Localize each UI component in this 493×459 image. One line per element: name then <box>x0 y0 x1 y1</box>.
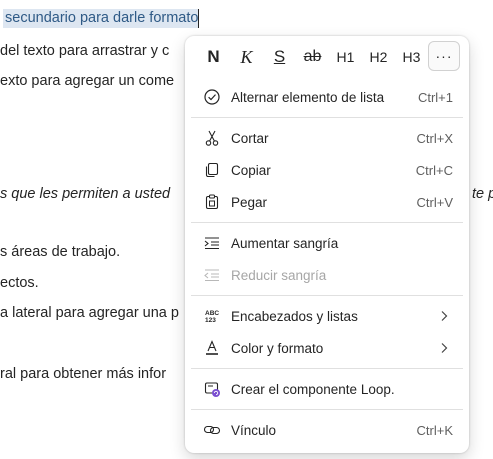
abc-123-icon: ABC 123 <box>193 307 231 325</box>
menu-item-link[interactable]: Vínculo Ctrl+K <box>191 415 463 445</box>
shortcut-text: Ctrl+X <box>416 130 453 146</box>
shortcut-text: Ctrl+C <box>415 162 453 178</box>
doc-line[interactable]: s áreas de trabajo. <box>0 244 120 260</box>
scissors-icon <box>193 129 231 147</box>
format-toolbar: N K S ab H1 H2 H3 <box>185 36 469 78</box>
menu-item-label: Aumentar sangría <box>231 235 339 251</box>
doc-line[interactable]: exto para agregar un come <box>0 73 174 89</box>
menu-item-label: Reducir sangría <box>231 267 327 283</box>
menu-item-label: Color y formato <box>231 340 324 356</box>
doc-line[interactable]: ral para obtener más infor <box>0 366 166 382</box>
menu-item-label: Crear el componente Loop. <box>231 381 395 397</box>
doc-line[interactable]: del texto para arrastrar y c <box>0 43 169 59</box>
heading2-button[interactable]: H2 <box>362 41 395 73</box>
svg-text:ABC: ABC <box>205 310 219 317</box>
selected-text[interactable]: secundario para darle formato <box>3 9 200 28</box>
doc-line-selected[interactable]: secundario para darle formato <box>3 9 200 28</box>
menu-item-label: Vínculo <box>231 422 277 438</box>
menu-item-cut[interactable]: Cortar Ctrl+X <box>191 123 463 153</box>
menu-item-label: Encabezados y listas <box>231 308 358 324</box>
copy-icon <box>193 161 231 179</box>
italic-button[interactable]: K <box>230 41 263 73</box>
menu-item-color-format[interactable]: Color y formato <box>191 333 463 363</box>
link-icon <box>193 421 231 439</box>
doc-line[interactable]: ectos. <box>0 275 39 291</box>
shortcut-text: Ctrl+V <box>416 194 453 210</box>
menu-item-label: Cortar <box>231 130 269 146</box>
more-options-button[interactable]: ··· <box>428 41 460 71</box>
shortcut-text: Ctrl+K <box>416 422 453 438</box>
menu-divider <box>191 117 463 118</box>
menu-item-label: Alternar elemento de lista <box>231 89 385 105</box>
chevron-right-icon <box>439 342 449 354</box>
doc-line-trailing[interactable]: te p <box>472 186 493 202</box>
doc-line[interactable]: a lateral para agregar una p <box>0 305 179 321</box>
menu-item-label: Pegar <box>231 194 268 210</box>
menu-item-copy[interactable]: Copiar Ctrl+C <box>191 155 463 185</box>
doc-line[interactable]: s que les permiten a usted <box>0 186 170 202</box>
menu-item-loop-component[interactable]: Crear el componente Loop. <box>191 374 463 404</box>
menu-divider <box>191 295 463 296</box>
strikethrough-button[interactable]: ab <box>296 41 329 73</box>
underline-button[interactable]: S <box>263 41 296 73</box>
menu-divider <box>191 409 463 410</box>
menu-item-headings-lists[interactable]: ABC 123 Encabezados y listas <box>191 301 463 331</box>
heading1-button[interactable]: H1 <box>329 41 362 73</box>
svg-text:123: 123 <box>205 317 216 324</box>
menu-item-decrease-indent[interactable]: Reducir sangría <box>191 260 463 290</box>
menu-item-increase-indent[interactable]: Aumentar sangría <box>191 228 463 258</box>
context-menu: N K S ab H1 H2 H3 ··· Alternar elemento … <box>185 36 469 453</box>
menu-item-paste[interactable]: Pegar Ctrl+V <box>191 187 463 217</box>
chevron-right-icon <box>439 310 449 322</box>
clipboard-icon <box>193 193 231 211</box>
shortcut-text: Ctrl+1 <box>417 89 453 105</box>
bold-button[interactable]: N <box>197 41 230 73</box>
check-circle-icon <box>193 88 231 106</box>
loop-component-icon <box>193 380 231 398</box>
menu-divider <box>191 222 463 223</box>
heading3-button[interactable]: H3 <box>395 41 428 73</box>
menu-item-label: Copiar <box>231 162 271 178</box>
menu-item-toggle-list[interactable]: Alternar elemento de lista Ctrl+1 <box>191 82 463 112</box>
menu-divider <box>191 368 463 369</box>
increase-indent-icon <box>193 234 231 252</box>
decrease-indent-icon <box>193 266 231 284</box>
text-color-icon <box>193 339 231 357</box>
